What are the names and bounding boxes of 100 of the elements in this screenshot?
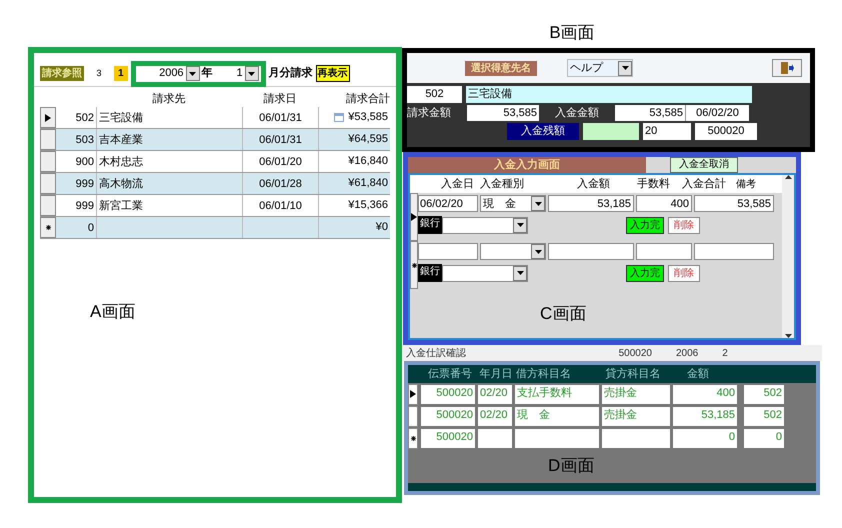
- table-cell: [602, 428, 670, 448]
- refresh-button[interactable]: 再表示: [316, 65, 350, 82]
- dropdown-button[interactable]: [244, 66, 259, 81]
- customer-code-field[interactable]: 502: [407, 86, 462, 102]
- exit-button[interactable]: [772, 59, 802, 77]
- field-label: 銀行: [418, 216, 442, 234]
- table-cell: ¥15,366: [318, 195, 390, 216]
- panel-title: 入金入力画面: [408, 157, 646, 173]
- current-row-icon: [410, 390, 416, 398]
- panel-title: 請求参照: [40, 66, 84, 81]
- screen-label: B画面: [549, 22, 595, 44]
- year-field[interactable]: 2006: [138, 65, 184, 82]
- column-header: 入金種別: [479, 176, 525, 192]
- year-value: 2006: [676, 346, 698, 360]
- screen-label: C画面: [540, 302, 586, 325]
- caret-icon: [534, 250, 542, 254]
- amount-field[interactable]: 53,585: [615, 104, 685, 121]
- table-cell: 02/20: [478, 406, 512, 426]
- row-selector[interactable]: [408, 384, 418, 404]
- row-selector[interactable]: [40, 217, 56, 238]
- delete-button[interactable]: 削除: [668, 264, 700, 282]
- new-row-icon: [410, 436, 416, 440]
- table-cell: 売掛金: [602, 384, 670, 404]
- dropdown-button[interactable]: [531, 244, 545, 259]
- column-header: 年月日: [478, 366, 514, 382]
- table-cell-text: 999: [74, 177, 95, 192]
- delete-button[interactable]: 削除: [668, 216, 700, 234]
- column-header: 伝票番号: [428, 366, 473, 382]
- row-selector[interactable]: [408, 428, 418, 448]
- badge: 1: [114, 66, 128, 81]
- new-row-icon: [46, 225, 50, 230]
- row-selector[interactable]: [410, 241, 418, 289]
- table-cell: ¥0: [318, 217, 390, 238]
- table-cell: 新宮工業: [96, 195, 242, 216]
- table-cell: 06/01/20: [242, 151, 318, 172]
- table-cell: 502: [744, 384, 784, 404]
- caret-icon: [516, 223, 524, 227]
- table-cell: 0: [673, 428, 737, 448]
- amount-field[interactable]: [548, 243, 634, 260]
- balance-field[interactable]: [583, 123, 639, 140]
- field-label: 入金残額: [507, 123, 579, 140]
- row-selector[interactable]: [40, 107, 56, 128]
- table-cell: 400: [673, 384, 737, 404]
- slip-field[interactable]: 500020: [695, 123, 757, 140]
- help-dropdown[interactable]: ヘルプ: [567, 58, 633, 78]
- column-header: 入金日: [440, 176, 474, 192]
- table-cell-text: 502: [74, 111, 95, 126]
- date-field[interactable]: 06/02/20: [685, 104, 749, 121]
- date-field[interactable]: [418, 243, 478, 260]
- month-field[interactable]: 1: [214, 65, 243, 82]
- customer-name-field[interactable]: 三宅設備: [466, 86, 752, 102]
- column-header: 金額: [686, 366, 710, 382]
- bank-dropdown[interactable]: [442, 264, 528, 282]
- day-field[interactable]: 20: [643, 123, 691, 140]
- payment-type-dropdown[interactable]: 現 金: [480, 195, 546, 212]
- cancel-all-button[interactable]: 入金全取消: [670, 157, 738, 173]
- table-cell: ¥61,840: [318, 173, 390, 194]
- caret-icon: [622, 66, 628, 70]
- table-cell: 06/01/28: [242, 173, 318, 194]
- complete-button[interactable]: 入力完: [626, 264, 664, 282]
- table-cell: 06/01/10: [242, 195, 318, 216]
- fee-field[interactable]: [636, 243, 692, 260]
- column-header: 入金合計: [681, 176, 726, 192]
- date-field[interactable]: 06/02/20: [418, 195, 478, 212]
- table-cell: 三宅設備: [96, 107, 242, 128]
- complete-button[interactable]: 入力完: [626, 216, 664, 234]
- caret-icon: [189, 72, 196, 76]
- amount-field[interactable]: 53,185: [548, 195, 634, 212]
- table-cell: 500020: [421, 428, 475, 448]
- total-field[interactable]: 53,585: [694, 195, 774, 212]
- table-cell-text: 0: [86, 221, 95, 236]
- column-header: 請求先: [152, 92, 186, 106]
- bank-dropdown[interactable]: [442, 216, 528, 234]
- dropdown-button[interactable]: [513, 266, 527, 280]
- amount-field[interactable]: 53,585: [467, 104, 539, 121]
- dropdown-button[interactable]: [531, 196, 545, 211]
- field-label: 銀行: [418, 264, 442, 282]
- screen-label: D画面: [548, 455, 594, 478]
- table-cell: 0: [744, 428, 784, 448]
- payment-type-dropdown[interactable]: [480, 243, 546, 260]
- dropdown-button[interactable]: [513, 218, 527, 232]
- table-cell-text: 900: [74, 155, 95, 170]
- column-header: 入金額: [576, 176, 610, 192]
- panel-title: 選択得意先名: [465, 60, 537, 76]
- fee-field[interactable]: 400: [636, 195, 692, 212]
- table-cell-text: 999: [74, 199, 95, 214]
- column-header: 請求日: [262, 92, 298, 106]
- current-row-icon: [411, 213, 417, 221]
- dropdown-button[interactable]: [186, 66, 200, 81]
- column-header: 借方科目名: [516, 366, 572, 382]
- dropdown-button[interactable]: [618, 60, 632, 76]
- table-cell: 高木物流: [96, 173, 242, 194]
- caret-icon: [248, 72, 256, 76]
- table-cell: 吉本産業: [96, 129, 242, 150]
- total-field[interactable]: [694, 243, 774, 260]
- table-cell: 500020: [421, 384, 475, 404]
- calendar-icon: [334, 113, 344, 122]
- row-selector[interactable]: [410, 193, 418, 241]
- scrollbar[interactable]: [782, 175, 794, 338]
- column-header: 手数料: [636, 176, 670, 192]
